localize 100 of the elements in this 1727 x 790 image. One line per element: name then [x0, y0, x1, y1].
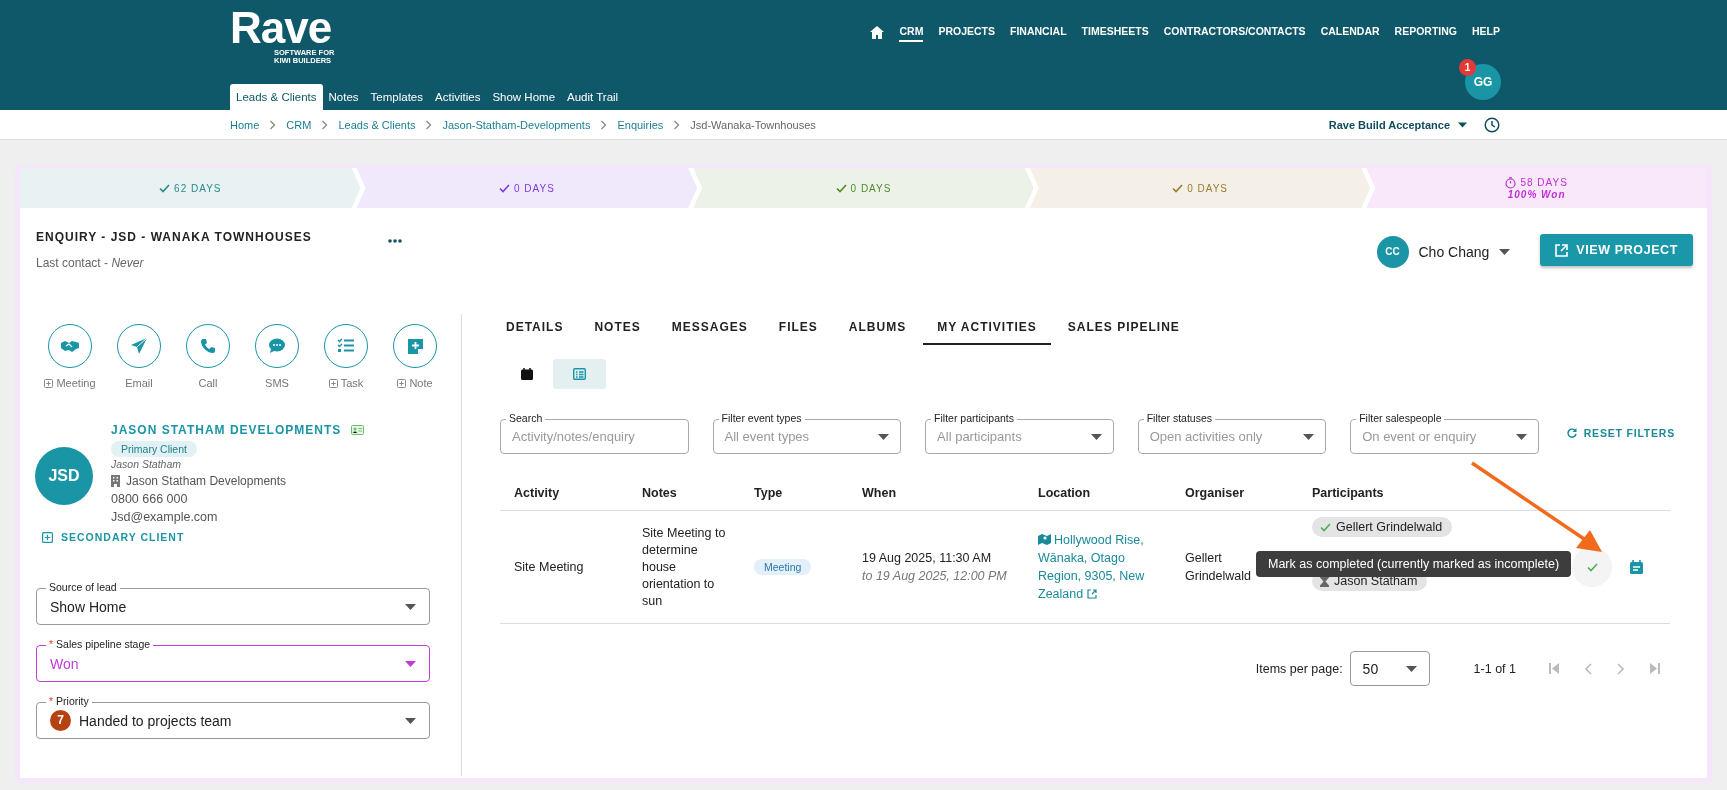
- nav-link[interactable]: PROJECTS: [938, 22, 995, 42]
- history-icon[interactable]: [1484, 116, 1500, 133]
- nav-link[interactable]: HELP: [1472, 22, 1500, 42]
- nav-link[interactable]: CALENDAR: [1320, 22, 1380, 42]
- field-label: Search: [506, 412, 546, 424]
- tab[interactable]: NOTES: [580, 312, 655, 345]
- filter-dropdown[interactable]: Filter statuses Open activities only: [1137, 412, 1327, 454]
- priority-badge: 7: [50, 710, 71, 731]
- logo-text[interactable]: Rave: [230, 8, 332, 48]
- email-action-button[interactable]: [117, 324, 161, 368]
- chevron-icon: [269, 119, 277, 130]
- field-label: Filter statuses: [1143, 412, 1215, 424]
- dropdown-value: All event types: [724, 429, 811, 444]
- workspace-selector[interactable]: Rave Build Acceptance: [1328, 118, 1467, 131]
- map-icon: [1038, 534, 1051, 545]
- location-link[interactable]: Hollywood Rise, Wānaka, Otago Region, 9305, New Zealand: [1038, 531, 1160, 603]
- table-cell-text: Site Meeting: [514, 560, 585, 574]
- filter-dropdown[interactable]: Filter participants All participants: [925, 412, 1114, 454]
- column-header: Location: [1038, 486, 1092, 500]
- external-link-icon: [1086, 589, 1097, 599]
- breadcrumb-link[interactable]: CRM: [286, 118, 312, 131]
- tab[interactable]: FILES: [764, 312, 832, 345]
- pipeline-stage[interactable]: 58 DAYS 100% Won: [1366, 168, 1707, 208]
- breadcrumb-link[interactable]: Leads & Clients: [338, 118, 416, 131]
- meeting-action-button[interactable]: [48, 324, 92, 368]
- tab[interactable]: DETAILS: [492, 312, 578, 345]
- more-icon[interactable]: [387, 239, 402, 243]
- sms-action-button[interactable]: [255, 324, 299, 368]
- column-header: Participants: [1312, 486, 1385, 500]
- sub-tab[interactable]: Audit Trail: [561, 84, 625, 110]
- nav-link[interactable]: TIMESHEETS: [1081, 22, 1149, 42]
- timer-icon: [1505, 176, 1517, 189]
- sub-tab[interactable]: Show Home: [486, 84, 562, 110]
- sub-tab[interactable]: Activities: [429, 84, 487, 110]
- caret-icon: [1515, 433, 1527, 440]
- tab[interactable]: ALBUMS: [834, 312, 921, 345]
- enquiry-title: ENQUIRY - JSD - WANAKA TOWNHOUSES: [36, 230, 312, 244]
- sub-tab[interactable]: Templates: [364, 84, 429, 110]
- chevron-icon: [673, 119, 681, 130]
- field-value: Show Home: [50, 598, 128, 615]
- select-field[interactable]: Source of lead Show Home: [36, 581, 430, 625]
- owner-selector[interactable]: CC Cho Chang: [1376, 236, 1511, 268]
- list-icon: [573, 368, 586, 380]
- calendar-icon[interactable]: [1630, 560, 1643, 574]
- nav-link[interactable]: FINANCIAL: [1010, 22, 1067, 42]
- task-action-button[interactable]: [324, 324, 368, 368]
- email-address: Jsd@example.com: [111, 510, 219, 524]
- field-label: Source of lead: [46, 581, 120, 593]
- pipeline-stage[interactable]: 0 DAYS: [1029, 168, 1371, 208]
- filter-dropdown[interactable]: Filter salespeople On event or enquiry: [1350, 412, 1539, 454]
- chevron-icon: [600, 119, 608, 130]
- table-cell: to 19 Aug 2025, 12:00 PM: [862, 569, 1007, 583]
- sub-tab[interactable]: Leads & Clients: [230, 84, 323, 110]
- tab[interactable]: SALES PIPELINE: [1053, 312, 1194, 345]
- nav-link[interactable]: REPORTING: [1394, 22, 1457, 42]
- sub-tab[interactable]: Notes: [322, 84, 365, 110]
- caret-icon: [878, 433, 890, 440]
- select-field[interactable]: * Priority 7 Handed to projects team: [36, 695, 430, 739]
- dropdown-value: All participants: [937, 429, 1023, 444]
- field-label: * Sales pipeline stage: [46, 638, 154, 650]
- search-input[interactable]: Activity/notes/enquiry: [512, 429, 677, 444]
- chevron-down-icon: [1458, 121, 1467, 128]
- add-icon: [328, 378, 338, 388]
- column-header: Type: [754, 486, 784, 500]
- pipeline-stage[interactable]: 0 DAYS: [356, 168, 698, 208]
- chevron-icon: [425, 119, 433, 130]
- type-tag: Meeting: [754, 559, 812, 575]
- breadcrumb-link[interactable]: Jsd-Wanaka-Townhouses: [690, 118, 816, 131]
- reset-filters-button[interactable]: RESET FILTERS: [1566, 427, 1676, 439]
- filter-dropdown[interactable]: Filter event types All event types: [712, 412, 902, 454]
- search-field[interactable]: Search Activity/notes/enquiry: [500, 412, 689, 454]
- client-name[interactable]: JASON STATHAM DEVELOPMENTS: [111, 423, 342, 437]
- column-header: Activity: [514, 486, 561, 500]
- complete-button[interactable]: [1572, 547, 1612, 587]
- breadcrumb-link[interactable]: Home: [230, 118, 260, 131]
- contact-card-icon[interactable]: [351, 425, 365, 435]
- secondary-client-link[interactable]: SECONDARY CLIENT: [42, 531, 185, 543]
- table-cell-text: Gellert Grindelwald: [1185, 550, 1251, 585]
- caret-icon: [405, 717, 416, 724]
- page-size-dropdown[interactable]: 50: [1349, 651, 1430, 686]
- breadcrumb-link[interactable]: Jason-Statham-Developments: [442, 118, 591, 131]
- company-name: Jason Statham Developments: [126, 474, 287, 488]
- pipeline-stage[interactable]: 62 DAYS: [20, 168, 361, 208]
- pipeline-stage[interactable]: 0 DAYS: [693, 168, 1034, 208]
- tab[interactable]: MY ACTIVITIES: [923, 312, 1051, 345]
- chevron-icon: [321, 119, 329, 130]
- home-icon[interactable]: [870, 25, 885, 39]
- breadcrumb-link[interactable]: Enquiries: [617, 118, 664, 131]
- note-action-button[interactable]: [393, 324, 437, 368]
- dropdown-value: Open activities only: [1149, 429, 1264, 444]
- caret-icon: [1303, 433, 1315, 440]
- tab[interactable]: MESSAGES: [657, 312, 762, 345]
- send-icon: [130, 337, 148, 355]
- chat-bubble-icon: [268, 338, 286, 354]
- calendar-icon: [520, 368, 533, 380]
- action-label: Task: [328, 377, 364, 389]
- select-field[interactable]: * Sales pipeline stage Won: [36, 638, 430, 682]
- call-action-button[interactable]: [186, 324, 230, 368]
- nav-link[interactable]: CRM: [899, 22, 924, 42]
- nav-link[interactable]: CONTRACTORS/CONTACTS: [1163, 22, 1306, 42]
